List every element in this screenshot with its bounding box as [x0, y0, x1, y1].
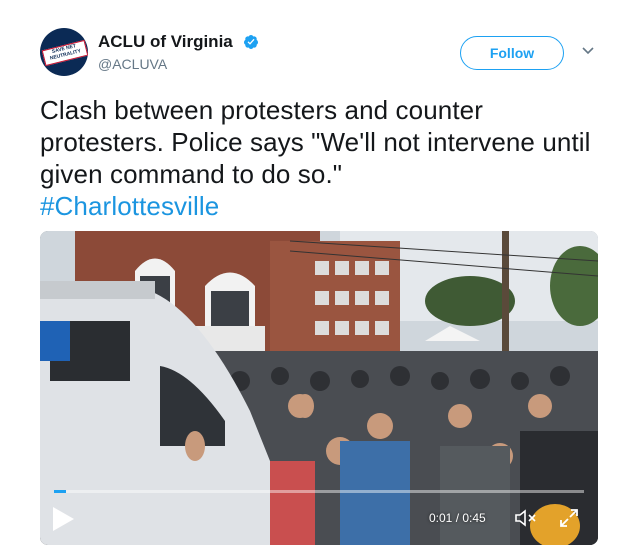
tweet-body: Clash between protesters and counter pro… — [40, 94, 600, 222]
video-progress-fill — [54, 490, 66, 493]
hashtag-link[interactable]: #Charlottesville — [40, 190, 600, 222]
avatar-logo-text: SAVE NET NEUTRALITY — [41, 39, 88, 67]
tweet-text: Clash between protesters and counter pro… — [40, 95, 591, 189]
account-display-name[interactable]: ACLU of Virginia — [98, 32, 233, 52]
mute-icon[interactable] — [514, 508, 538, 528]
video-progress-bar[interactable] — [54, 490, 584, 493]
verified-badge-icon — [243, 35, 258, 49]
video-player[interactable]: 0:01 / 0:45 — [40, 231, 598, 545]
account-handle[interactable]: @ACLUVA — [98, 56, 167, 72]
video-time: 0:01 / 0:45 — [429, 511, 486, 525]
follow-button[interactable]: Follow — [460, 36, 564, 70]
chevron-down-icon[interactable] — [581, 46, 595, 56]
play-icon[interactable] — [50, 505, 76, 533]
fullscreen-icon[interactable] — [558, 507, 580, 529]
account-avatar[interactable]: SAVE NET NEUTRALITY — [40, 28, 88, 76]
video-frame — [40, 231, 598, 545]
